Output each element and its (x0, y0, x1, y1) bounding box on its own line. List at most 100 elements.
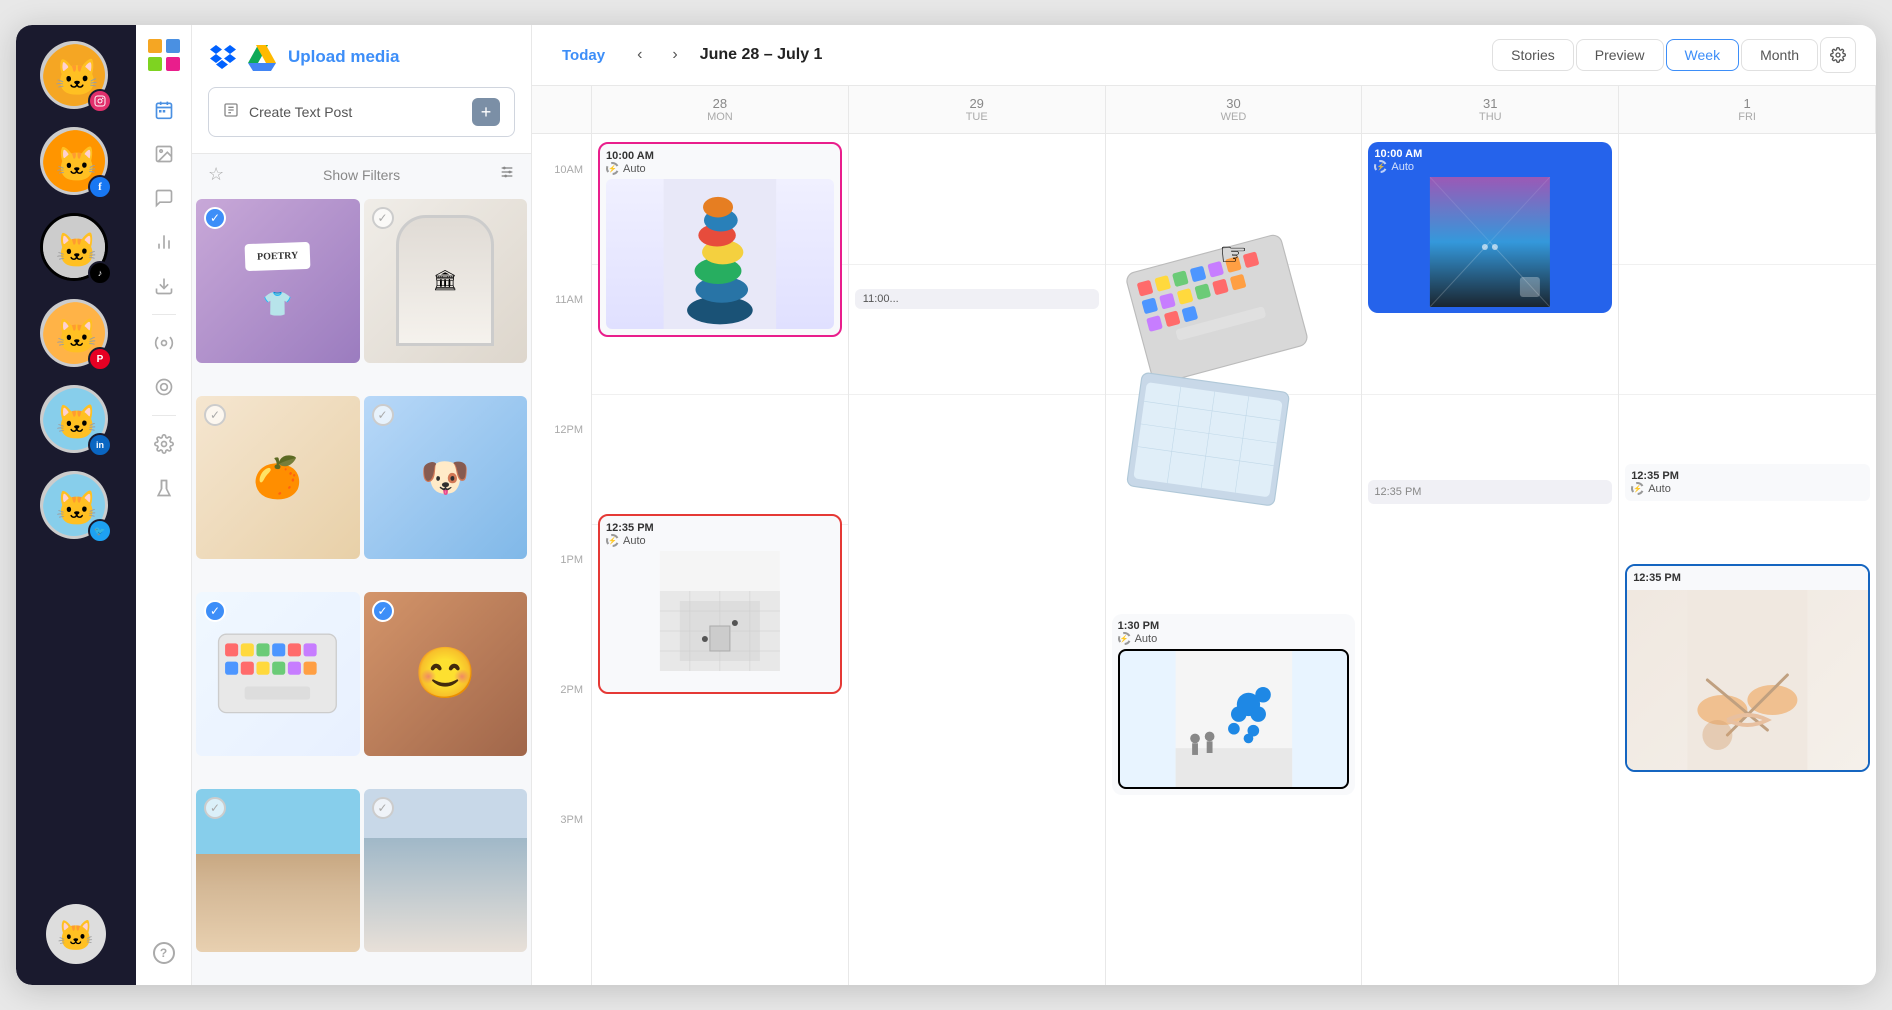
event-time-fri-knitting: 12:35 PM (1633, 572, 1862, 584)
media-item-5[interactable]: ✓ (196, 592, 360, 756)
tiktok-badge: ♪ (88, 261, 112, 285)
account-instagram[interactable]: 🐱 (40, 41, 112, 113)
calendar-settings-button[interactable] (1820, 37, 1856, 73)
event-tue-11am[interactable]: 11:00... (855, 289, 1099, 309)
event-img-knitting (1627, 590, 1868, 770)
event-label-mon-auto: ⚡ Auto (606, 534, 834, 547)
event-thu-10am[interactable]: 10:00 AM ⚡ Auto (1368, 142, 1612, 313)
calendar-header-row: 28 MON 29 TUE 30 WED 31 THU 1 FRI (532, 86, 1876, 134)
hour-line-12-mon (592, 394, 848, 395)
media-item-4[interactable]: 🐶 ✓ (364, 396, 528, 560)
media-item-3[interactable]: 🍊 ✓ (196, 396, 360, 560)
nav-comments[interactable] (144, 178, 184, 218)
cal-col-thu: 10:00 AM ⚡ Auto (1362, 134, 1619, 985)
nav-automation[interactable] (144, 323, 184, 363)
upload-row: Upload media (208, 41, 515, 73)
filter-sliders-icon[interactable] (499, 164, 515, 185)
event-fri-knitting[interactable]: 12:35 PM (1625, 564, 1870, 772)
upload-icons (208, 41, 278, 73)
nav-settings[interactable] (144, 424, 184, 464)
media-item-8[interactable]: ✓ (364, 789, 528, 953)
media-item-6[interactable]: 😊 ✓ (364, 592, 528, 756)
media-check-5: ✓ (204, 600, 226, 622)
event-fri-1235-text[interactable]: 12:35 PM ⚡ Auto (1625, 464, 1870, 501)
app-container: 🐱 🐱 f 🐱 (16, 25, 1876, 985)
nav-calendar[interactable] (144, 90, 184, 130)
nav-groups[interactable] (144, 367, 184, 407)
nav-divider-2 (152, 415, 176, 416)
accounts-sidebar: 🐱 🐱 f 🐱 (16, 25, 136, 985)
tab-stories[interactable]: Stories (1492, 39, 1574, 71)
event-img-stacked-rocks (606, 179, 834, 329)
hour-line-12-thu (1362, 394, 1618, 395)
bottom-cat-avatar: 🐱 (46, 904, 106, 969)
event-mon-1235pm[interactable]: 12:35 PM ⚡ Auto (598, 514, 842, 694)
media-item-1[interactable]: POETRY 👕 ✓ (196, 199, 360, 363)
prev-arrow[interactable]: ‹ (629, 40, 650, 70)
account-facebook[interactable]: 🐱 f (40, 127, 112, 199)
nav-media[interactable] (144, 134, 184, 174)
event-wed-130pm[interactable]: 1:30 PM ⚡ Auto (1112, 614, 1356, 795)
nav-download[interactable] (144, 266, 184, 306)
event-img-corridor (1374, 177, 1606, 307)
cal-col-fri: 12:35 PM ⚡ Auto 12:35 PM (1619, 134, 1876, 985)
view-tabs: Stories Preview Week Month (1492, 37, 1856, 73)
hour-line-11-tue (849, 264, 1105, 265)
event-label-thu-auto: ⚡ Auto (1374, 160, 1606, 173)
event-time-mon-10am: 10:00 AM (606, 150, 834, 162)
media-header: Upload media Create Text Post + (192, 25, 531, 154)
nav-divider-1 (152, 314, 176, 315)
next-arrow[interactable]: › (664, 40, 685, 70)
cal-col-wed: ☞ (1106, 134, 1363, 985)
event-time-wed-130: 1:30 PM (1118, 620, 1350, 632)
event-wed-keyboard[interactable] (1086, 214, 1382, 539)
svg-text:🐱: 🐱 (57, 919, 94, 953)
instagram-badge (88, 89, 112, 113)
event-label-wed-auto: ⚡ Auto (1118, 632, 1350, 645)
nav-analytics[interactable] (144, 222, 184, 262)
nav-help[interactable]: ? (144, 933, 184, 973)
account-tiktok[interactable]: 🐱 ♪ (40, 213, 112, 285)
time-10am: 10AM (554, 164, 583, 176)
nav-sidebar: ? (136, 25, 192, 985)
time-12pm: 12PM (554, 424, 583, 436)
google-drive-icon[interactable] (246, 41, 278, 73)
media-check-6: ✓ (372, 600, 394, 622)
time-2pm: 2PM (560, 684, 583, 696)
event-img-museum (606, 551, 834, 671)
cal-col-mon: 10:00 AM ⚡ Auto (592, 134, 849, 985)
text-post-icon (223, 102, 239, 123)
media-item-7[interactable]: ✓ (196, 789, 360, 953)
today-button[interactable]: Today (552, 41, 615, 70)
cal-day-28: 28 MON (592, 86, 849, 133)
date-range: June 28 – July 1 (700, 46, 860, 64)
time-column: 10AM 11AM 12PM 1PM 2PM 3PM (532, 134, 592, 985)
create-post-bar[interactable]: Create Text Post + (208, 87, 515, 137)
event-time-mon-1235: 12:35 PM (606, 522, 834, 534)
account-twitter[interactable]: 🐱 🐦 (40, 471, 112, 543)
cal-day-30: 30 WED (1106, 86, 1363, 133)
cal-day-29: 29 TUE (849, 86, 1106, 133)
media-item-2[interactable]: 🏛 ✓ (364, 199, 528, 363)
media-check-2: ✓ (372, 207, 394, 229)
calendar-body: 10AM 11AM 12PM 1PM 2PM 3PM 10 (532, 134, 1876, 985)
tab-week[interactable]: Week (1666, 39, 1740, 71)
facebook-badge: f (88, 175, 112, 199)
favorite-filter-icon[interactable]: ☆ (208, 164, 224, 185)
nav-lab[interactable] (144, 468, 184, 508)
show-filters-label[interactable]: Show Filters (234, 167, 489, 183)
upload-media-label[interactable]: Upload media (288, 47, 399, 67)
event-label-fri-auto: ⚡ Auto (1631, 482, 1864, 495)
account-linkedin[interactable]: 🐱 in (40, 385, 112, 457)
account-pinterest[interactable]: 🐱 P (40, 299, 112, 371)
create-post-plus-button[interactable]: + (472, 98, 500, 126)
cal-day-31: 31 THU (1362, 86, 1619, 133)
event-thu-1235[interactable]: 12:35 PM (1368, 480, 1612, 504)
event-mon-10am[interactable]: 10:00 AM ⚡ Auto (598, 142, 842, 337)
tab-month[interactable]: Month (1741, 39, 1818, 71)
twitter-badge: 🐦 (88, 519, 112, 543)
hour-line-11-fri (1619, 264, 1876, 265)
tab-preview[interactable]: Preview (1576, 39, 1664, 71)
media-check-4: ✓ (372, 404, 394, 426)
dropbox-icon[interactable] (208, 41, 240, 73)
